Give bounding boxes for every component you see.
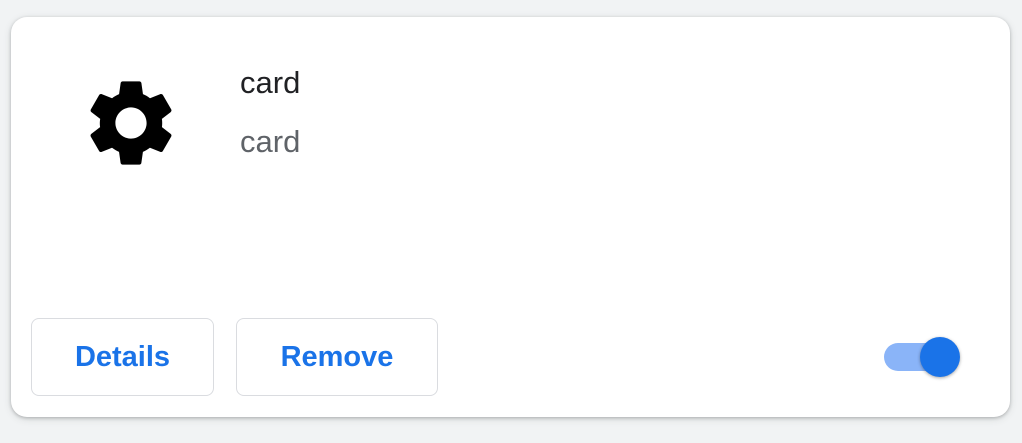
extension-description: card xyxy=(240,124,301,159)
remove-button[interactable]: Remove xyxy=(236,318,438,396)
extension-name: card xyxy=(240,65,301,100)
extension-icon xyxy=(73,65,189,181)
gear-icon xyxy=(90,81,172,165)
extension-card: card card Details Remove xyxy=(11,17,1010,417)
toggle-knob xyxy=(920,337,960,377)
enable-toggle[interactable] xyxy=(882,335,962,379)
details-button[interactable]: Details xyxy=(31,318,214,396)
